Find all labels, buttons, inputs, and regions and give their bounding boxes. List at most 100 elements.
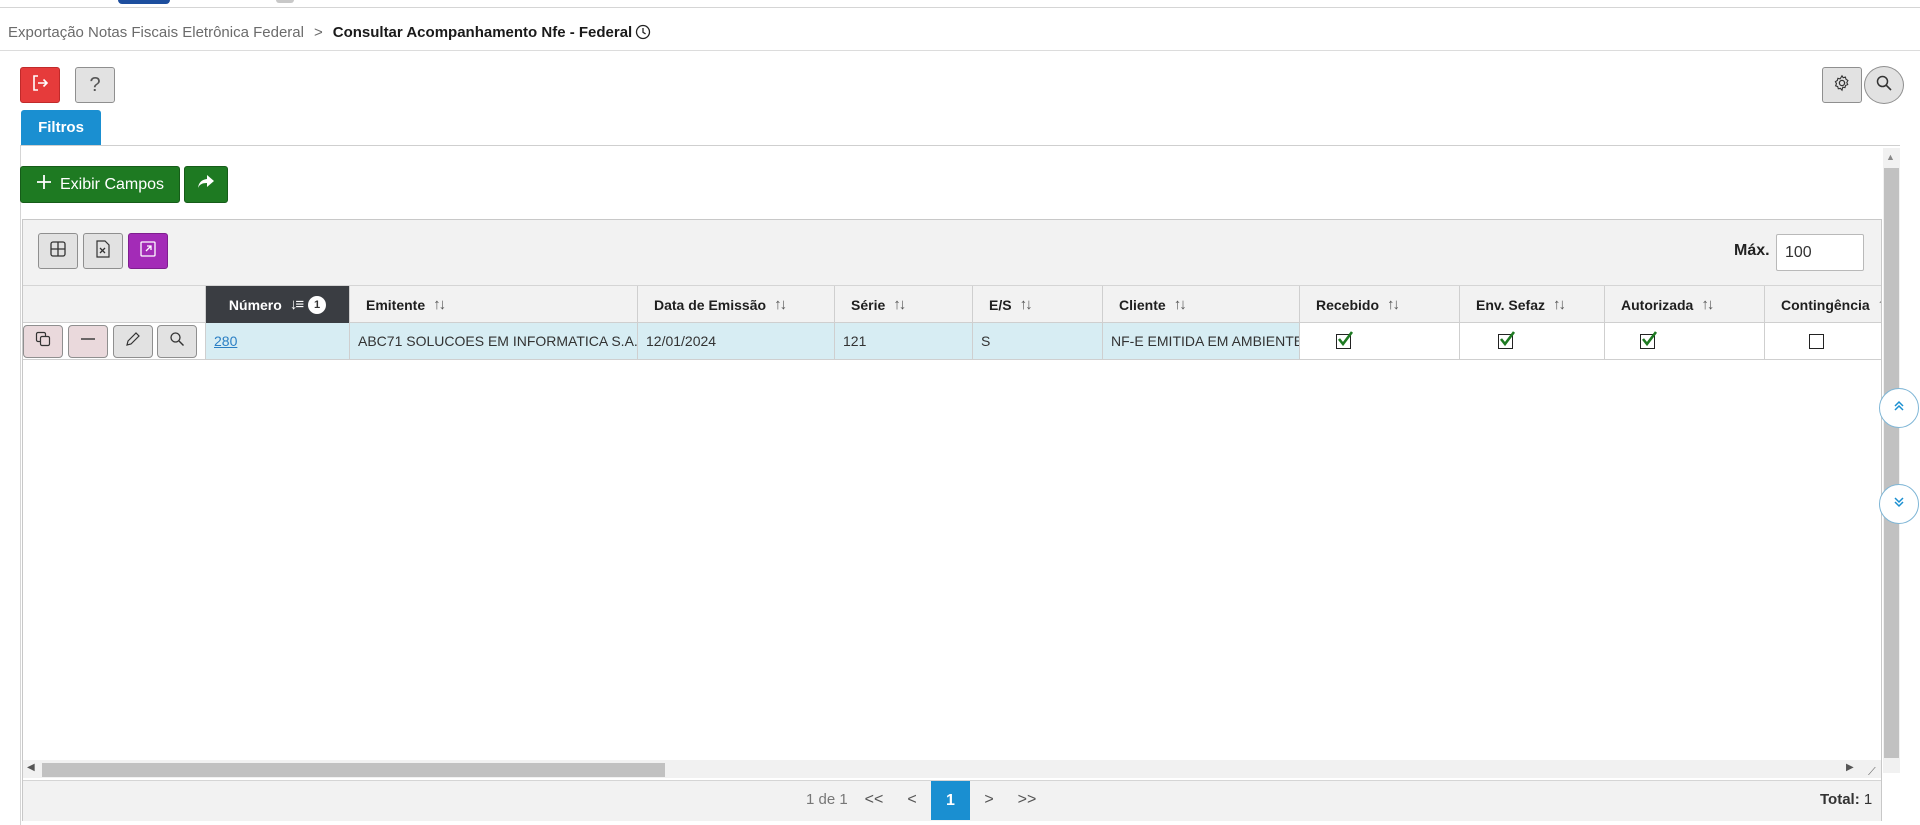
double-chevron-down-icon: [1892, 495, 1906, 514]
help-button[interactable]: ?: [75, 67, 115, 103]
excel-icon: [95, 239, 111, 263]
scroll-left-arrow-icon[interactable]: ◀: [27, 762, 35, 773]
sort-desc-icon: ↓≡: [289, 296, 304, 313]
sort-icon: ↑↓: [1173, 296, 1187, 313]
first-page-button[interactable]: <<: [855, 781, 893, 819]
next-page-button[interactable]: >: [970, 781, 1008, 819]
clock-icon[interactable]: [635, 24, 651, 40]
share-button[interactable]: [184, 166, 228, 203]
column-label: Data de Emissão: [654, 296, 767, 313]
grid-toolbar: [23, 220, 1881, 286]
sort-icon: ↑↓: [1387, 296, 1400, 313]
sort-icon: ↑↓: [1553, 296, 1566, 313]
column-header-recebido[interactable]: Recebido ↑↓: [1300, 286, 1460, 323]
column-header-emitente[interactable]: Emitente ↑↓: [350, 286, 638, 323]
column-label: Contingência: [1781, 296, 1870, 313]
page-title: Consultar Acompanhamento Nfe - Federal: [332, 23, 633, 41]
recebido-checkbox[interactable]: [1336, 330, 1354, 349]
copy-icon: [35, 331, 51, 352]
column-header-env-sefaz[interactable]: Env. Sefaz ↑↓: [1460, 286, 1605, 323]
column-label: Cliente: [1119, 296, 1166, 313]
table-cell-cliente: NF-E EMITIDA EM AMBIENTE...: [1103, 323, 1300, 360]
vertical-scroll-thumb[interactable]: [1884, 168, 1899, 758]
copy-row-button[interactable]: [23, 325, 63, 358]
horizontal-scroll-thumb[interactable]: [42, 763, 665, 777]
column-header-serie[interactable]: Série ↑↓: [835, 286, 973, 323]
column-label: Série: [851, 296, 886, 313]
table-cell-contingencia: [1765, 323, 1881, 360]
scroll-bottom-button[interactable]: [1879, 484, 1919, 524]
breadcrumb-parent[interactable]: Exportação Notas Fiscais Eletrônica Fede…: [8, 24, 304, 41]
view-row-button[interactable]: [157, 325, 197, 358]
search-icon: [1875, 74, 1893, 97]
sort-icon: ↑↓: [1878, 296, 1881, 313]
table-cell-recebido: [1300, 323, 1460, 360]
prev-page-button[interactable]: <: [893, 781, 931, 819]
tab-filtros[interactable]: Filtros: [21, 110, 101, 145]
export-excel-button[interactable]: [83, 233, 123, 269]
max-input[interactable]: [1776, 234, 1864, 271]
settings-button[interactable]: [1822, 67, 1862, 103]
table-cell-es: S: [973, 323, 1103, 360]
logo: [118, 0, 170, 4]
sort-order-badge: 1: [308, 295, 327, 314]
resize-grip-icon[interactable]: ⟋: [1868, 766, 1876, 779]
remove-row-button[interactable]: [68, 325, 108, 358]
plus-icon: [36, 174, 52, 195]
page-info: 1 de 1: [806, 791, 848, 808]
column-header-autorizada[interactable]: Autorizada ↑↓: [1605, 286, 1765, 323]
sort-icon: ↑↓: [1701, 296, 1714, 313]
max-label: Máx.: [1734, 242, 1770, 259]
search-button[interactable]: [1864, 66, 1904, 104]
column-label: Autorizada: [1621, 296, 1694, 313]
share-icon: [197, 174, 215, 195]
breadcrumb-divider: [0, 50, 1920, 51]
grid-layout-button[interactable]: [38, 233, 78, 269]
minus-icon: [80, 331, 96, 352]
current-page-button[interactable]: 1: [931, 781, 970, 820]
column-header-numero[interactable]: Número ↓≡ 1: [206, 286, 350, 323]
column-header-contingencia[interactable]: Contingência ↑↓: [1765, 286, 1881, 323]
total-label: Total:: [1820, 791, 1860, 808]
search-icon: [169, 331, 185, 352]
total-value: 1: [1863, 791, 1873, 808]
autorizada-checkbox[interactable]: [1640, 330, 1658, 349]
column-header-es[interactable]: E/S ↑↓: [973, 286, 1103, 323]
numero-link[interactable]: 280: [214, 333, 237, 349]
table-cell-autorizada: [1605, 323, 1765, 360]
grid-icon: [49, 240, 67, 263]
column-label: Env. Sefaz: [1476, 296, 1545, 313]
exibir-campos-button[interactable]: Exibir Campos: [20, 166, 180, 203]
column-label: Emitente: [366, 296, 426, 313]
table-cell-data-emissao: 12/01/2024: [638, 323, 835, 360]
breadcrumb-separator: >: [313, 23, 323, 41]
contingencia-checkbox[interactable]: [1809, 333, 1824, 349]
table-cell-serie: 121: [835, 323, 973, 360]
column-header-data-emissao[interactable]: Data de Emissão ↑↓: [638, 286, 835, 323]
header-actions: [23, 286, 206, 323]
help-icon: ?: [89, 73, 101, 96]
expand-button[interactable]: [128, 233, 168, 269]
pencil-icon: [125, 331, 141, 352]
scroll-right-arrow-icon[interactable]: ▶: [1846, 762, 1854, 773]
scroll-top-button[interactable]: [1879, 388, 1919, 428]
column-label: E/S: [989, 296, 1012, 313]
logo-secondary: [276, 0, 294, 3]
table-cell-env-sefaz: [1460, 323, 1605, 360]
breadcrumb: Exportação Notas Fiscais Eletrônica Fede…: [8, 20, 651, 44]
sort-icon: ↑↓: [893, 296, 906, 313]
double-chevron-up-icon: [1892, 399, 1906, 418]
scroll-up-arrow-icon[interactable]: ▲: [1886, 152, 1895, 162]
exit-icon: [30, 73, 50, 98]
exit-button[interactable]: [20, 67, 60, 103]
column-header-cliente[interactable]: Cliente ↑↓: [1103, 286, 1300, 323]
column-label: Número: [228, 296, 282, 313]
edit-row-button[interactable]: [113, 325, 153, 358]
last-page-button[interactable]: >>: [1008, 781, 1046, 819]
gear-icon: [1833, 74, 1851, 97]
total-count: Total: 1: [1820, 791, 1872, 808]
exibir-campos-label: Exibir Campos: [59, 175, 165, 193]
column-label: Recebido: [1316, 296, 1380, 313]
env-sefaz-checkbox[interactable]: [1498, 330, 1516, 349]
sort-icon: ↑↓: [433, 296, 446, 313]
